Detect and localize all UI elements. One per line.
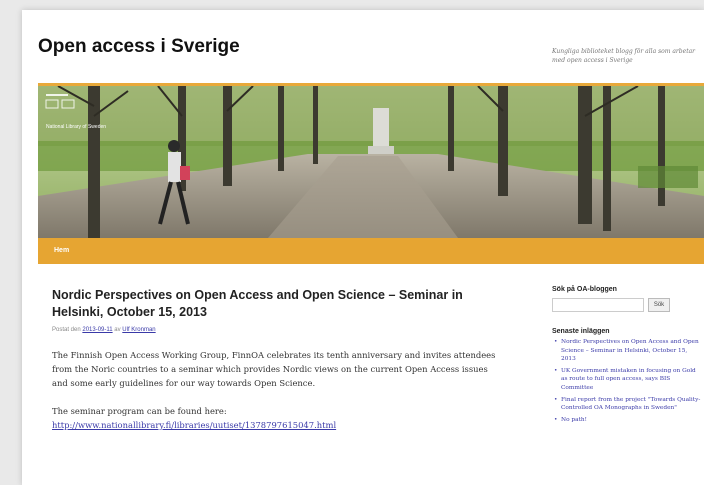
recent-posts-heading: Senaste inläggen — [552, 328, 610, 335]
list-item: Final report from the project "Towards Q… — [552, 396, 702, 413]
search-form: Sök — [552, 298, 702, 314]
nav-item-home[interactable]: Hem — [54, 247, 69, 254]
post-paragraph: The Finnish Open Access Working Group, F… — [52, 350, 496, 388]
program-link[interactable]: http://www.nationallibrary.fi/libraries/… — [52, 420, 336, 430]
post-content: The Finnish Open Access Working Group, F… — [52, 348, 502, 446]
recent-post-link[interactable]: No path! — [561, 417, 587, 423]
main-navigation: Hem — [38, 238, 704, 264]
search-input[interactable] — [552, 298, 644, 312]
post-meta: Postat den 2013-09-11 av Ulf Kronman — [52, 327, 156, 333]
recent-post-link[interactable]: UK Government mistaken in focusing on Go… — [561, 368, 696, 391]
program-label: The seminar program can be found here: — [52, 406, 227, 416]
recent-posts-list: Nordic Perspectives on Open Access and O… — [552, 338, 702, 424]
posted-on-label: Postat den — [52, 327, 81, 333]
site-title[interactable]: Open access i Sverige — [38, 36, 240, 58]
post-author-link[interactable]: Ulf Kronman — [122, 327, 155, 333]
list-item: No path! — [552, 416, 702, 425]
page-container: Open access i Sverige Kungliga bibliotek… — [22, 10, 704, 485]
post-paragraph: The seminar program can be found here: h… — [52, 404, 502, 432]
search-button[interactable]: Sök — [648, 298, 670, 312]
header-banner-image: National Library of Sweden — [38, 86, 704, 238]
by-label: av — [114, 327, 121, 333]
search-heading: Sök på OA-bloggen — [552, 286, 617, 293]
post-title[interactable]: Nordic Perspectives on Open Access and O… — [52, 287, 492, 321]
list-item: UK Government mistaken in focusing on Go… — [552, 367, 702, 393]
post-date-link[interactable]: 2013-09-11 — [82, 327, 112, 333]
recent-post-link[interactable]: Nordic Perspectives on Open Access and O… — [561, 339, 699, 362]
banner-logo-text: National Library of Sweden — [46, 124, 106, 130]
site-description: Kungliga biblioteket blogg för alla som … — [552, 48, 696, 64]
sidebar: Sök på OA-bloggen Sök Senaste inläggen N… — [552, 286, 702, 427]
list-item: Nordic Perspectives on Open Access and O… — [552, 338, 702, 364]
recent-post-link[interactable]: Final report from the project "Towards Q… — [561, 397, 700, 412]
